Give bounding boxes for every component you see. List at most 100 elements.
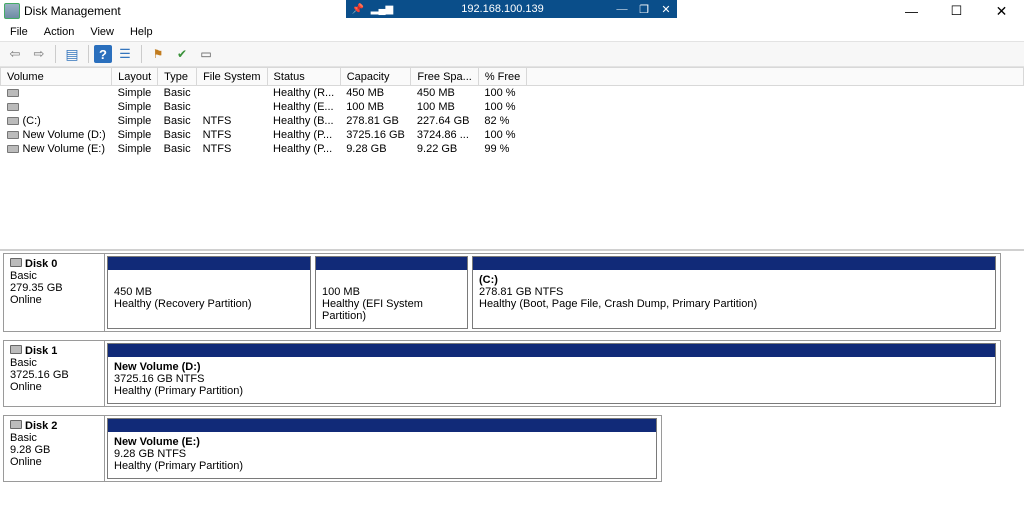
vol-free: 100 MB xyxy=(411,100,478,114)
col-spacer xyxy=(527,68,1024,86)
vol-status: Healthy (P... xyxy=(267,128,340,142)
vol-pct: 100 % xyxy=(478,128,526,142)
table-row[interactable]: SimpleBasicHealthy (E...100 MB100 MB100 … xyxy=(1,100,1024,114)
vol-fs: NTFS xyxy=(197,142,267,156)
forward-button[interactable] xyxy=(28,43,50,65)
vol-pct: 82 % xyxy=(478,114,526,128)
vol-status: Healthy (R... xyxy=(267,86,340,101)
vol-type: Basic xyxy=(158,86,197,101)
partition-status: Healthy (Primary Partition) xyxy=(114,460,650,472)
separator xyxy=(88,45,89,63)
volume-table: Volume Layout Type File System Status Ca… xyxy=(0,67,1024,156)
partition-size: 9.28 GB NTFS xyxy=(114,448,650,460)
volume-icon xyxy=(7,89,19,97)
vol-layout: Simple xyxy=(112,128,158,142)
partition-title: (C:) xyxy=(479,274,989,286)
partition-color-bar xyxy=(108,344,995,357)
partition-title xyxy=(322,274,461,286)
table-row[interactable]: New Volume (D:)SimpleBasicNTFSHealthy (P… xyxy=(1,128,1024,142)
partition[interactable]: New Volume (E:)9.28 GB NTFSHealthy (Prim… xyxy=(107,418,657,479)
col-pctfree[interactable]: % Free xyxy=(478,68,526,86)
remote-restore-button[interactable]: ❐ xyxy=(633,3,655,16)
volume-icon xyxy=(7,117,19,125)
volume-icon xyxy=(7,103,19,111)
col-freespace[interactable]: Free Spa... xyxy=(411,68,478,86)
vol-name xyxy=(1,86,112,101)
vol-status: Healthy (B... xyxy=(267,114,340,128)
vol-fs xyxy=(197,100,267,114)
menu-view[interactable]: View xyxy=(84,24,120,40)
show-hide-console-tree-button[interactable] xyxy=(61,43,83,65)
help-button[interactable] xyxy=(94,45,112,63)
pin-icon[interactable]: 📌 xyxy=(346,4,370,15)
extra-button[interactable] xyxy=(195,43,217,65)
col-volume[interactable]: Volume xyxy=(1,68,112,86)
disk-status: Online xyxy=(10,381,98,393)
signal-icon: ▂▄▆ xyxy=(370,4,394,15)
menu-help[interactable]: Help xyxy=(124,24,159,40)
volume-icon xyxy=(7,145,19,153)
partition-title xyxy=(114,274,304,286)
partition-status: Healthy (Recovery Partition) xyxy=(114,298,304,310)
view-top-button[interactable] xyxy=(114,43,136,65)
partition[interactable]: New Volume (D:)3725.16 GB NTFSHealthy (P… xyxy=(107,343,996,404)
separator xyxy=(141,45,142,63)
disk-partitions: New Volume (E:)9.28 GB NTFSHealthy (Prim… xyxy=(105,416,661,481)
col-layout[interactable]: Layout xyxy=(112,68,158,86)
partition[interactable]: 450 MBHealthy (Recovery Partition) xyxy=(107,256,311,329)
vol-layout: Simple xyxy=(112,114,158,128)
vol-free: 227.64 GB xyxy=(411,114,478,128)
disk-status: Online xyxy=(10,456,98,468)
vol-name: New Volume (D:) xyxy=(1,128,112,142)
disk-row: Disk 0Basic279.35 GBOnline 450 MBHealthy… xyxy=(3,253,1001,332)
vol-layout: Simple xyxy=(112,86,158,101)
col-filesystem[interactable]: File System xyxy=(197,68,267,86)
menu-action[interactable]: Action xyxy=(38,24,81,40)
partition-color-bar xyxy=(108,419,656,432)
separator xyxy=(55,45,56,63)
disk-size: 3725.16 GB xyxy=(10,369,98,381)
disk-name: Disk 0 xyxy=(10,258,98,270)
disk-row: Disk 1Basic3725.16 GBOnlineNew Volume (D… xyxy=(3,340,1001,407)
col-capacity[interactable]: Capacity xyxy=(340,68,411,86)
vol-capacity: 3725.16 GB xyxy=(340,128,411,142)
disk-info[interactable]: Disk 0Basic279.35 GBOnline xyxy=(4,254,105,331)
table-row[interactable]: SimpleBasicHealthy (R...450 MB450 MB100 … xyxy=(1,86,1024,101)
disk-info[interactable]: Disk 2Basic9.28 GBOnline xyxy=(4,416,105,481)
table-row[interactable]: New Volume (E:)SimpleBasicNTFSHealthy (P… xyxy=(1,142,1024,156)
remote-minimize-button[interactable] xyxy=(611,3,633,15)
menu-bar: File Action View Help xyxy=(0,22,1024,41)
partition[interactable]: (C:)278.81 GB NTFSHealthy (Boot, Page Fi… xyxy=(472,256,996,329)
outer-close-button[interactable] xyxy=(979,3,1024,20)
action-flag-button[interactable] xyxy=(147,43,169,65)
refresh-button[interactable] xyxy=(171,43,193,65)
vol-free: 3724.86 ... xyxy=(411,128,478,142)
col-type[interactable]: Type xyxy=(158,68,197,86)
vol-layout: Simple xyxy=(112,142,158,156)
vol-fs: NTFS xyxy=(197,114,267,128)
vol-name: (C:) xyxy=(1,114,112,128)
menu-file[interactable]: File xyxy=(4,24,34,40)
partition-title: New Volume (D:) xyxy=(114,361,989,373)
partition[interactable]: 100 MBHealthy (EFI System Partition) xyxy=(315,256,468,329)
disk-type: Basic xyxy=(10,432,98,444)
vol-pct: 99 % xyxy=(478,142,526,156)
remote-close-button[interactable] xyxy=(655,3,677,16)
vol-pct: 100 % xyxy=(478,86,526,101)
outer-minimize-button[interactable] xyxy=(889,4,934,19)
disk-partitions: 450 MBHealthy (Recovery Partition) 100 M… xyxy=(105,254,1000,331)
vol-name xyxy=(1,100,112,114)
vol-layout: Simple xyxy=(112,100,158,114)
disk-icon xyxy=(10,420,22,429)
partition-color-bar xyxy=(108,257,310,270)
partition-status: Healthy (EFI System Partition) xyxy=(322,298,461,322)
table-row[interactable]: (C:)SimpleBasicNTFSHealthy (B...278.81 G… xyxy=(1,114,1024,128)
col-status[interactable]: Status xyxy=(267,68,340,86)
disk-info[interactable]: Disk 1Basic3725.16 GBOnline xyxy=(4,341,105,406)
vol-capacity: 278.81 GB xyxy=(340,114,411,128)
vol-free: 9.22 GB xyxy=(411,142,478,156)
vol-capacity: 450 MB xyxy=(340,86,411,101)
vol-type: Basic xyxy=(158,128,197,142)
outer-maximize-button[interactable] xyxy=(934,3,979,19)
back-button[interactable] xyxy=(4,43,26,65)
